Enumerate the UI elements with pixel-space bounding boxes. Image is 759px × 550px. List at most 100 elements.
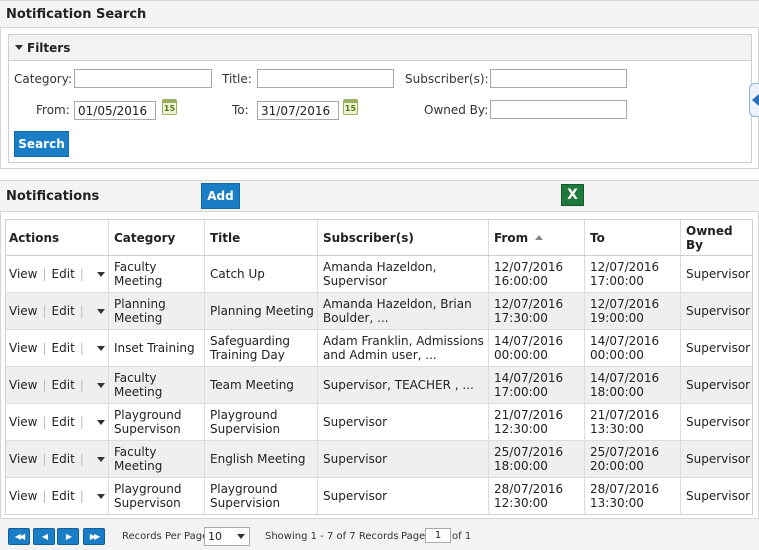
from-calendar-icon[interactable]: 15: [162, 99, 177, 115]
view-link[interactable]: View: [9, 304, 37, 318]
col-header-owned-by[interactable]: Owned By: [681, 220, 752, 255]
next-page-button[interactable]: ▶: [57, 528, 79, 545]
view-link[interactable]: View: [9, 489, 37, 503]
owned-by-label: Owned By:: [424, 103, 489, 117]
action-separator: |: [42, 378, 47, 392]
from-label: From:: [36, 103, 70, 117]
row-menu-dropdown-icon[interactable]: [96, 345, 105, 351]
row-menu-dropdown-icon[interactable]: [96, 382, 105, 388]
cell-title: Safeguarding Training Day: [205, 330, 318, 366]
row-actions: View | Edit |: [6, 293, 109, 329]
last-page-icon: ▶▶: [89, 532, 100, 541]
cell-title: Catch Up: [205, 256, 318, 292]
table-row[interactable]: View | Edit | Playground Supervison Playgro…: [6, 478, 752, 514]
cell-category: Faculty Meeting: [109, 367, 205, 403]
action-separator: |: [79, 304, 84, 318]
col-header-subscribers[interactable]: Subscriber(s): [318, 220, 489, 255]
filters-toggle[interactable]: Filters: [9, 35, 751, 61]
row-menu-dropdown-icon[interactable]: [96, 456, 105, 462]
notifications-panel-title: Notifications: [6, 188, 100, 204]
table-row[interactable]: View | Edit | Inset Training Safeguarding T…: [6, 330, 752, 367]
edit-link[interactable]: Edit: [52, 304, 75, 318]
view-link[interactable]: View: [9, 452, 37, 466]
row-actions: View | Edit |: [6, 367, 109, 403]
row-menu-dropdown-icon[interactable]: [96, 493, 105, 499]
cell-title: Playground Supervision: [205, 478, 318, 514]
first-page-icon: ◀◀: [14, 532, 25, 541]
view-link[interactable]: View: [9, 267, 37, 281]
subscribers-input[interactable]: [490, 69, 627, 88]
edit-link[interactable]: Edit: [52, 267, 75, 281]
view-link[interactable]: View: [9, 415, 37, 429]
col-header-label: To: [590, 230, 605, 245]
first-page-button[interactable]: ◀◀: [8, 528, 30, 545]
col-header-category[interactable]: Category: [109, 220, 205, 255]
cell-owned-by: Supervisor: [686, 378, 751, 392]
edit-link[interactable]: Edit: [52, 341, 75, 355]
add-button[interactable]: Add: [201, 183, 240, 209]
edit-link[interactable]: Edit: [52, 415, 75, 429]
view-link[interactable]: View: [9, 341, 37, 355]
action-separator: |: [79, 452, 84, 466]
edit-link[interactable]: Edit: [52, 452, 75, 466]
action-separator: |: [42, 304, 47, 318]
cell-from: 21/07/2016 12:30:00: [489, 404, 585, 440]
next-page-icon: ▶: [65, 532, 72, 541]
from-date-input[interactable]: [74, 101, 156, 120]
cell-from: 12/07/2016 17:30:00: [489, 293, 585, 329]
cell-title: English Meeting: [205, 441, 318, 477]
action-separator: |: [42, 267, 47, 281]
last-page-button[interactable]: ▶▶: [83, 528, 105, 545]
view-link[interactable]: View: [9, 378, 37, 392]
search-panel-title: Notification Search: [6, 6, 147, 22]
action-separator: |: [79, 378, 84, 392]
page-count-text: of 1: [452, 531, 472, 542]
owned-by-input[interactable]: [490, 100, 627, 119]
cell-from: 28/07/2016 12:30:00: [489, 478, 585, 514]
to-calendar-icon[interactable]: 15: [343, 99, 358, 115]
category-label: Category:: [14, 72, 72, 86]
action-separator: |: [79, 415, 84, 429]
table-row[interactable]: View | Edit | Playground Supervison Playgro…: [6, 404, 752, 441]
row-menu-dropdown-icon[interactable]: [96, 419, 105, 425]
cell-from: 14/07/2016 00:00:00: [489, 330, 585, 366]
notifications-grid: Actions Category Title Subscriber(s) Fro…: [5, 219, 753, 515]
cell-owned-by: Supervisor: [686, 304, 751, 318]
prev-page-icon: ◀: [41, 532, 48, 541]
notification-search-header: Notification Search: [0, 0, 759, 28]
cell-subscribers: Amanda Hazeldon, Supervisor: [318, 256, 489, 292]
to-date-input[interactable]: [257, 101, 339, 120]
records-per-page-select[interactable]: 10: [204, 527, 250, 546]
title-input[interactable]: [257, 69, 394, 88]
records-per-page-value: 10: [208, 530, 222, 543]
filters-legend-label: Filters: [27, 40, 71, 55]
to-calendar-day: 15: [344, 104, 357, 113]
action-separator: |: [42, 489, 47, 503]
excel-export-icon[interactable]: X: [561, 184, 584, 206]
table-row[interactable]: View | Edit | Faculty Meeting Team Meeting …: [6, 367, 752, 404]
side-panel-expand-tab[interactable]: [749, 83, 759, 117]
search-button[interactable]: Search: [14, 131, 69, 157]
page-label: Page: [401, 531, 426, 542]
action-separator: |: [79, 341, 84, 355]
col-header-label: Subscriber(s): [323, 230, 414, 245]
cell-to: 14/07/2016 18:00:00: [585, 367, 681, 403]
row-actions: View | Edit |: [6, 441, 109, 477]
table-row[interactable]: View | Edit | Faculty Meeting English Meeti…: [6, 441, 752, 478]
col-header-to[interactable]: To: [585, 220, 681, 255]
edit-link[interactable]: Edit: [52, 489, 75, 503]
cell-owned-by: Supervisor: [686, 489, 751, 503]
col-header-from[interactable]: From: [489, 220, 585, 255]
filters-section: Filters: [8, 34, 752, 163]
edit-link[interactable]: Edit: [52, 378, 75, 392]
row-menu-dropdown-icon[interactable]: [96, 271, 105, 277]
row-menu-dropdown-icon[interactable]: [96, 308, 105, 314]
col-header-title[interactable]: Title: [205, 220, 318, 255]
table-row[interactable]: View | Edit | Planning Meeting Planning Mee…: [6, 293, 752, 330]
page-number-input[interactable]: 1: [425, 528, 451, 543]
row-actions: View | Edit |: [6, 478, 109, 514]
category-input[interactable]: [74, 69, 212, 88]
prev-page-button[interactable]: ◀: [33, 528, 55, 545]
to-label: To:: [232, 103, 249, 117]
table-row[interactable]: View | Edit | Faculty Meeting Catch Up Aman…: [6, 256, 752, 293]
